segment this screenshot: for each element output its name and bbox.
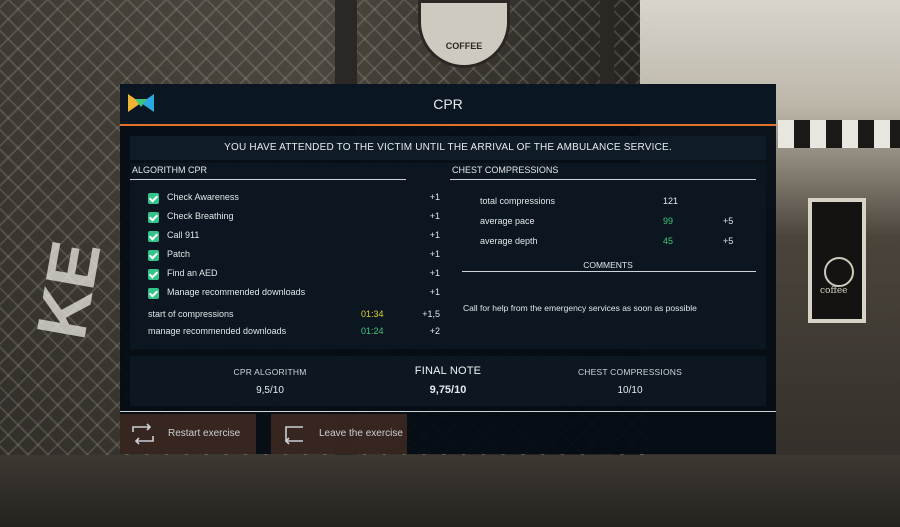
checklist-points: +1 xyxy=(429,211,440,221)
stat-value: 121 xyxy=(663,196,679,206)
leave-exercise-button[interactable]: Leave the exercise xyxy=(271,414,407,454)
checklist-item: Manage recommended downloads +1 xyxy=(148,286,440,302)
compressions-panel: CHEST COMPRESSIONS total compressions 12… xyxy=(450,163,766,349)
checklist-item: Patch +1 xyxy=(148,248,440,264)
compression-stat-row: total compressions 121 xyxy=(480,196,750,212)
comments-divider xyxy=(462,271,756,272)
checklist-points: +1 xyxy=(429,268,440,278)
timing-label: start of compressions xyxy=(148,309,234,319)
result-banner: YOU HAVE ATTENDED TO THE VICTIM UNTIL TH… xyxy=(130,136,766,160)
cpr-results-dialog: CPR YOU HAVE ATTENDED TO THE VICTIM UNTI… xyxy=(120,84,776,454)
return-icon xyxy=(284,426,303,445)
checkbox-checked-icon xyxy=(148,250,159,261)
checklist-points: +1 xyxy=(429,192,440,202)
algorithm-score-label: CPR ALGORITHM xyxy=(233,367,307,377)
algorithm-heading: ALGORITHM CPR xyxy=(132,165,208,175)
title-divider xyxy=(120,124,776,126)
timing-points: +2 xyxy=(429,326,440,336)
checklist-label: Find an AED xyxy=(167,268,218,278)
checkbox-checked-icon xyxy=(148,212,159,223)
final-score-value: 9,75/10 xyxy=(429,384,467,396)
checklist-label: Call 911 xyxy=(167,230,200,240)
leave-exercise-label: Leave the exercise xyxy=(319,428,403,439)
checkbox-checked-icon xyxy=(148,193,159,204)
stat-points: +5 xyxy=(723,216,734,226)
compression-stat-row: average pace 99 +5 xyxy=(480,216,750,232)
checkbox-checked-icon xyxy=(148,288,159,299)
floor xyxy=(0,455,900,527)
poster-text: coffee xyxy=(820,286,848,296)
timing-points: +1,5 xyxy=(422,309,440,319)
stat-points: +5 xyxy=(723,236,734,246)
compressions-score: CHEST COMPRESSIONS 10/10 xyxy=(550,356,710,406)
checkered-trim xyxy=(778,120,900,148)
restart-exercise-label: Restart exercise xyxy=(168,428,241,439)
final-score: FINAL NOTE 9,75/10 xyxy=(378,356,518,406)
stat-label: average depth xyxy=(480,236,538,246)
dialog-title: CPR xyxy=(433,96,463,112)
score-summary: CPR ALGORITHM 9,5/10 FINAL NOTE 9,75/10 … xyxy=(130,356,766,406)
checkbox-checked-icon xyxy=(148,269,159,280)
checklist-label: Patch xyxy=(167,249,191,259)
checklist-points: +1 xyxy=(429,287,440,297)
compressions-heading: CHEST COMPRESSIONS xyxy=(452,165,559,175)
stat-label: average pace xyxy=(480,216,535,226)
compressions-score-value: 10/10 xyxy=(617,385,643,396)
compressions-score-label: CHEST COMPRESSIONS xyxy=(577,367,683,377)
checklist-item: Call 911 +1 xyxy=(148,229,440,245)
comment-text: Call for help from the emergency service… xyxy=(463,303,697,313)
algorithm-score-value: 9,5/10 xyxy=(256,385,284,396)
neon-graffiti: KE xyxy=(21,235,116,345)
coffee-sign-text: COFFEE xyxy=(445,41,483,51)
compression-stat-row: average depth 45 +5 xyxy=(480,236,750,252)
algorithm-panel: ALGORITHM CPR Check Awareness +1 Check B… xyxy=(130,163,450,349)
timing-label: manage recommended downloads xyxy=(148,326,287,336)
section-divider xyxy=(130,179,406,180)
final-score-label: FINAL NOTE xyxy=(414,365,482,377)
checklist-item: Check Breathing +1 xyxy=(148,210,440,226)
timing-value: 01:34 xyxy=(361,309,384,319)
checklist-label: Manage recommended downloads xyxy=(167,287,306,297)
restart-exercise-button[interactable]: Restart exercise xyxy=(120,414,256,454)
section-divider xyxy=(450,179,756,180)
checklist-points: +1 xyxy=(429,249,440,259)
stat-value: 99 xyxy=(663,216,674,226)
checklist-item: Check Awareness +1 xyxy=(148,191,440,207)
checklist-label: Check Breathing xyxy=(167,211,234,221)
timing-value: 01:24 xyxy=(361,326,384,336)
timing-row: start of compressions 01:34 +1,5 xyxy=(148,308,440,324)
dialog-titlebar: CPR xyxy=(120,84,776,124)
checklist-label: Check Awareness xyxy=(167,192,239,202)
comments-heading: COMMENTS xyxy=(583,260,633,270)
summary-divider xyxy=(120,411,776,412)
stat-label: total compressions xyxy=(480,196,556,206)
checklist-points: +1 xyxy=(429,230,440,240)
restart-icon xyxy=(132,423,154,445)
timing-row: manage recommended downloads 01:24 +2 xyxy=(148,325,440,341)
checkbox-checked-icon xyxy=(148,231,159,242)
stat-value: 45 xyxy=(663,236,674,246)
checklist-item: Find an AED +1 xyxy=(148,267,440,283)
algorithm-score: CPR ALGORITHM 9,5/10 xyxy=(200,356,340,406)
poster-logo-icon xyxy=(824,257,854,287)
coffee-poster: coffee xyxy=(808,198,866,323)
